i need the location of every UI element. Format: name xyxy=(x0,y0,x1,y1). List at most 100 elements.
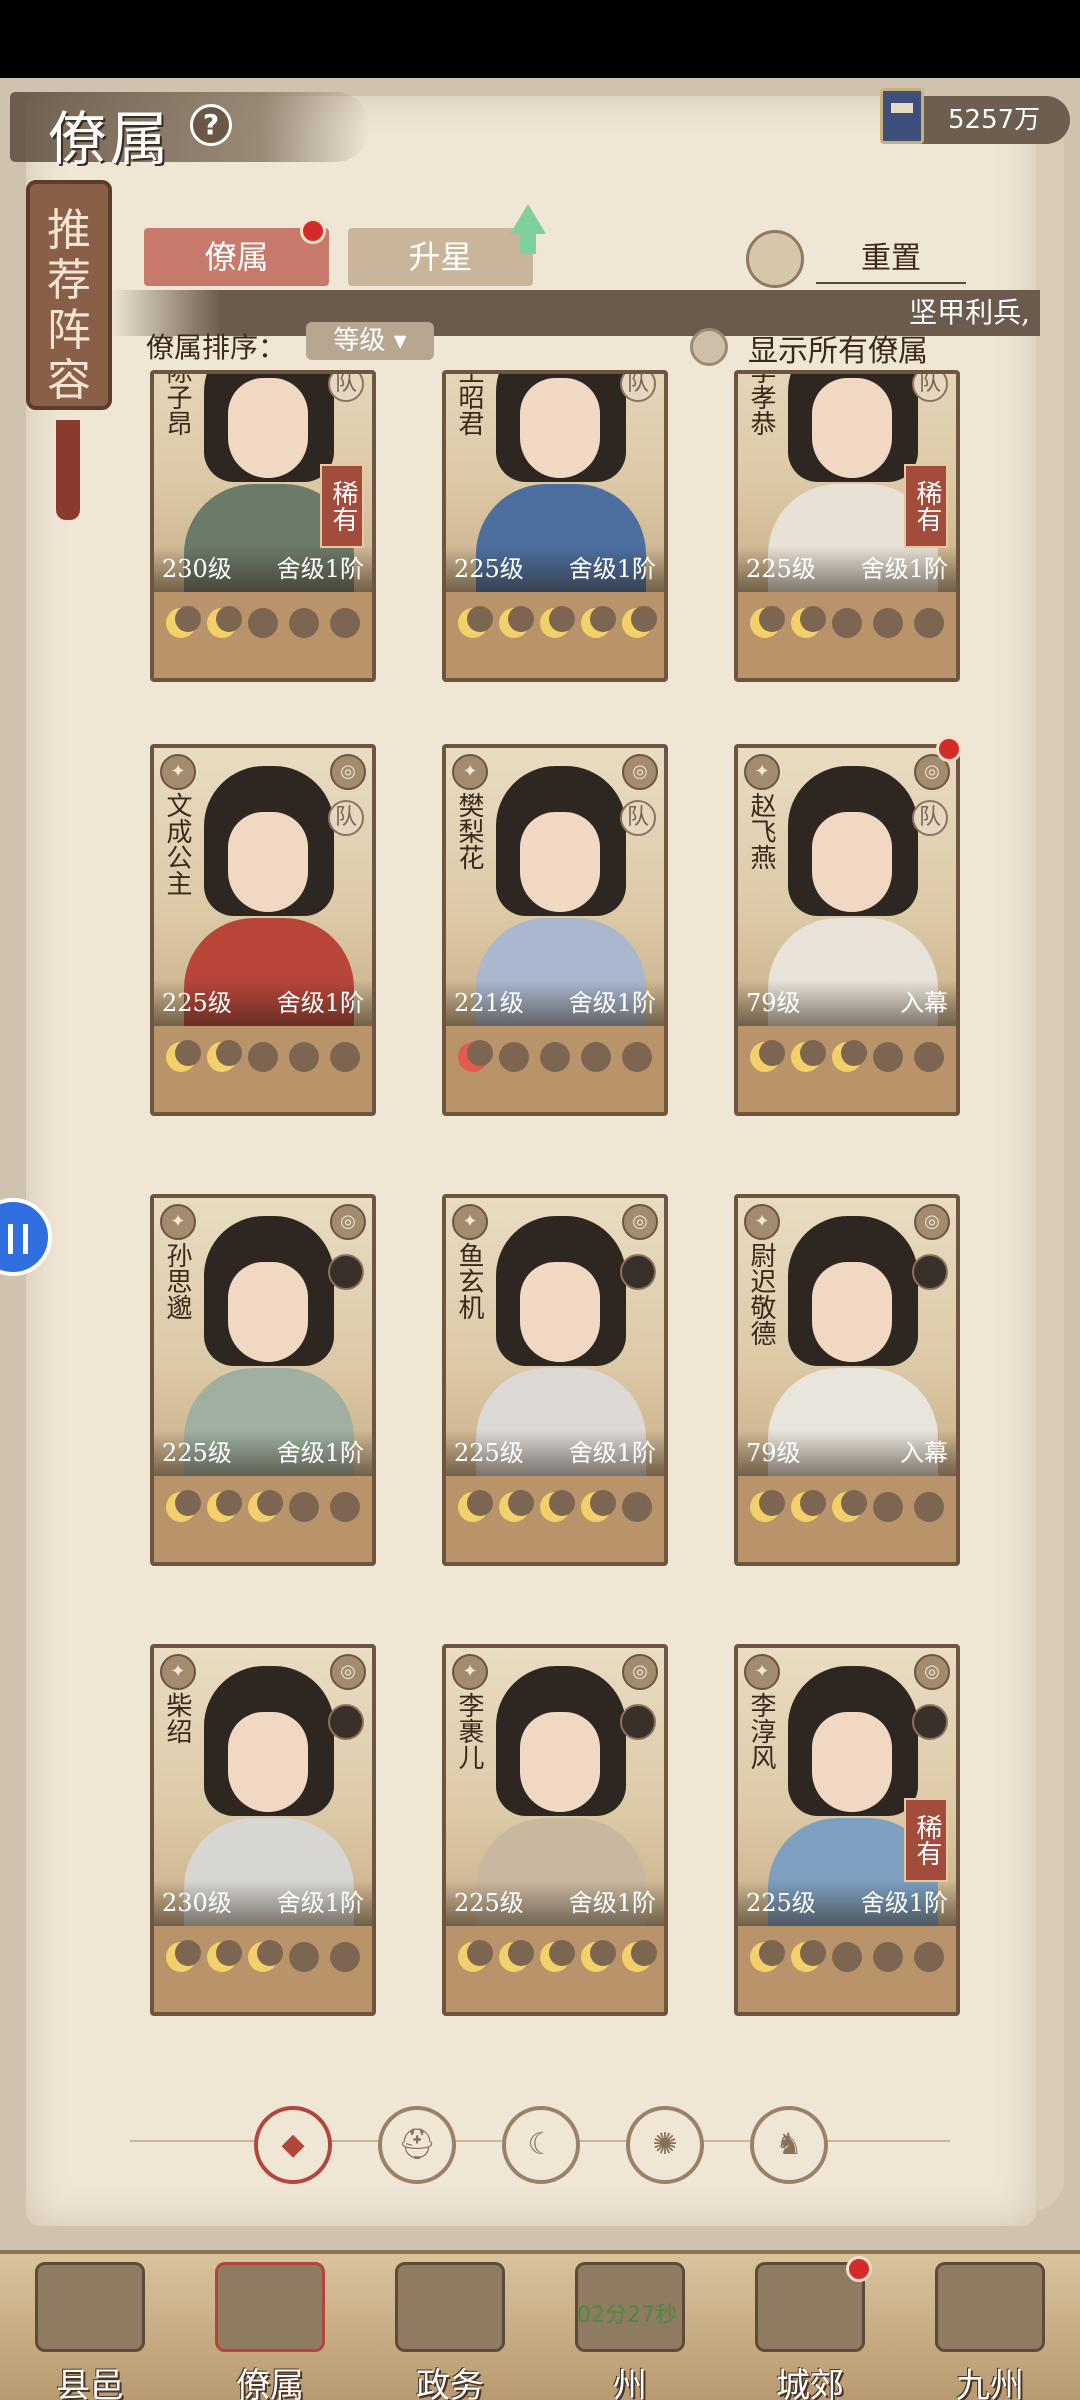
partner-avatar-icon xyxy=(620,1704,656,1740)
retainer-card[interactable]: ✦◎李孝恭队稀有225级舍级1阶 xyxy=(734,370,960,682)
class-icon: ✦ xyxy=(452,1204,488,1240)
nav-suburbs[interactable]: 城郊 xyxy=(740,2262,880,2400)
show-all-checkbox[interactable] xyxy=(690,328,728,366)
retainer-card[interactable]: ✦ ◎ 尉迟敬德 79级 入幕 xyxy=(734,1194,960,1566)
retainer-rank: 舍级1阶 xyxy=(276,1439,364,1467)
portrait-face xyxy=(812,812,892,912)
moon-star-icon xyxy=(289,1942,320,1972)
retainer-card[interactable]: ✦ ◎ 樊梨花 队 221级 舍级1阶 xyxy=(442,744,668,1116)
retainer-name: 李淳风 xyxy=(746,1692,776,1770)
star-row xyxy=(154,1030,372,1084)
nav-label: 州 xyxy=(613,2366,647,2400)
moon-star-icon xyxy=(457,606,493,638)
retainer-card[interactable]: ✦ ◎ 孙思邈 225级 舍级1阶 xyxy=(150,1194,376,1566)
nav-label: 政务 xyxy=(416,2366,484,2400)
reset-icon[interactable] xyxy=(746,230,804,288)
retainer-card[interactable]: ✦ ◎ 李淳风 稀有 225级 舍级1阶 xyxy=(734,1644,960,2016)
recommend-lineup-button[interactable]: 推荐阵容 xyxy=(26,180,112,410)
page-title: 僚属 xyxy=(48,105,173,173)
star-row xyxy=(154,596,372,650)
retainer-level: 79级 xyxy=(746,989,801,1017)
retainer-card[interactable]: ✦ ◎ 李裹儿 225级 舍级1阶 xyxy=(442,1644,668,2016)
status-bar xyxy=(0,0,1080,78)
bottom-nav: 县邑 僚属 政务 州 城郊 九州 xyxy=(0,2250,1080,2400)
portrait-image: ✦ ◎ 文成公主 队 225级 舍级1阶 xyxy=(154,748,372,1026)
retainer-card[interactable]: ✦ ◎ 赵飞燕队 79级 入幕 xyxy=(734,744,960,1116)
portrait-image: ✦ ◎ 尉迟敬德 79级 入幕 xyxy=(738,1198,956,1476)
moon-star-icon xyxy=(457,1940,493,1972)
retainer-card[interactable]: ✦◎王昭君队225级舍级1阶 xyxy=(442,370,668,682)
nav-notification-dot xyxy=(846,2256,872,2282)
moon-star-icon xyxy=(831,1490,867,1522)
help-icon[interactable]: ? xyxy=(190,104,232,146)
team-badge: 队 xyxy=(912,800,948,836)
filter-cat-icon[interactable]: ☾ xyxy=(502,2106,580,2184)
filter-helmet-icon[interactable]: ⛑ xyxy=(378,2106,456,2184)
moon-star-icon xyxy=(247,1940,283,1972)
portrait-image: ✦ ◎ 樊梨花 队 221级 舍级1阶 xyxy=(446,748,664,1026)
moon-star-icon xyxy=(289,1492,320,1522)
card-info: 225级 舍级1阶 xyxy=(738,546,956,592)
moon-star-icon xyxy=(498,1042,529,1072)
retainer-card[interactable]: ✦ ◎ 文成公主 队 225级 舍级1阶 xyxy=(150,744,376,1116)
moon-star-icon xyxy=(539,1940,575,1972)
nav-affairs[interactable]: 政务 xyxy=(380,2262,520,2400)
retainer-rank: 舍级1阶 xyxy=(568,989,656,1017)
moon-star-icon xyxy=(247,608,278,638)
moon-star-icon xyxy=(622,606,658,638)
show-all-label[interactable]: 显示所有僚属 xyxy=(748,326,928,370)
moon-star-icon xyxy=(581,1042,612,1072)
nav-label: 僚属 xyxy=(236,2366,304,2400)
retainer-card[interactable]: ✦◎陈子昂队稀有230级舍级1阶 xyxy=(150,370,376,682)
moon-star-icon xyxy=(206,1940,242,1972)
card-info: 225级 舍级1阶 xyxy=(154,980,372,1026)
moon-star-icon xyxy=(457,1490,493,1522)
portrait-face xyxy=(520,378,600,478)
moon-star-icon xyxy=(498,1490,534,1522)
retainer-card[interactable]: ✦ ◎ 柴绍 230级 舍级1阶 xyxy=(150,1644,376,2016)
retainer-rank: 舍级1阶 xyxy=(860,555,948,583)
moon-star-icon xyxy=(790,1940,826,1972)
retainer-name: 尉迟敬德 xyxy=(746,1242,776,1346)
retainer-name: 陈子昂 xyxy=(162,370,192,436)
moon-star-icon xyxy=(539,1042,570,1072)
retainers-icon xyxy=(215,2262,325,2352)
moon-star-icon xyxy=(790,1040,826,1072)
moon-star-icon xyxy=(498,1940,534,1972)
team-badge: 队 xyxy=(620,374,656,402)
portrait-image: ✦ ◎ 鱼玄机 225级 舍级1阶 xyxy=(446,1198,664,1476)
nav-retainers[interactable]: 僚属 xyxy=(200,2262,340,2400)
moon-star-icon xyxy=(165,606,201,638)
nav-county[interactable]: 县邑 xyxy=(20,2262,160,2400)
class-icon: ✦ xyxy=(744,754,780,790)
nav-nine-provinces[interactable]: 九州 xyxy=(920,2262,1060,2400)
rarity-badge: 稀有 xyxy=(904,1798,948,1882)
moon-star-icon xyxy=(539,606,575,638)
reset-button[interactable]: 重置 xyxy=(816,234,966,284)
retainer-name: 赵飞燕 xyxy=(746,792,776,870)
portrait-face xyxy=(228,378,308,478)
moon-star-icon xyxy=(247,1490,283,1522)
moon-star-icon xyxy=(622,1940,658,1972)
partner-avatar-icon xyxy=(620,1254,656,1290)
role-icon: ◎ xyxy=(330,754,366,790)
retainer-rank: 舍级1阶 xyxy=(276,555,364,583)
retainer-rank: 舍级1阶 xyxy=(276,989,364,1017)
filter-lion-icon[interactable]: ♞ xyxy=(750,2106,828,2184)
moon-star-icon xyxy=(914,1042,945,1072)
class-icon: ✦ xyxy=(452,1654,488,1690)
retainer-name: 李孝恭 xyxy=(746,370,776,436)
retainer-card[interactable]: ✦ ◎ 鱼玄机 225级 舍级1阶 xyxy=(442,1194,668,1566)
moon-star-icon xyxy=(873,608,904,638)
portrait-image: ✦◎王昭君队225级舍级1阶 xyxy=(446,370,664,592)
class-icon: ✦ xyxy=(160,754,196,790)
moon-star-icon xyxy=(165,1490,201,1522)
sort-dropdown[interactable]: 等级 ▾ xyxy=(306,322,434,360)
filter-all-icon[interactable]: ◆ xyxy=(254,2106,332,2184)
tab-star-up[interactable]: 升星 xyxy=(348,228,533,286)
filter-fan-icon[interactable]: ✺ xyxy=(626,2106,704,2184)
rarity-badge: 稀有 xyxy=(904,464,948,548)
moon-star-icon xyxy=(247,1042,278,1072)
portrait-image: ✦ ◎ 赵飞燕队 79级 入幕 xyxy=(738,748,956,1026)
retainer-name: 王昭君 xyxy=(454,370,484,436)
